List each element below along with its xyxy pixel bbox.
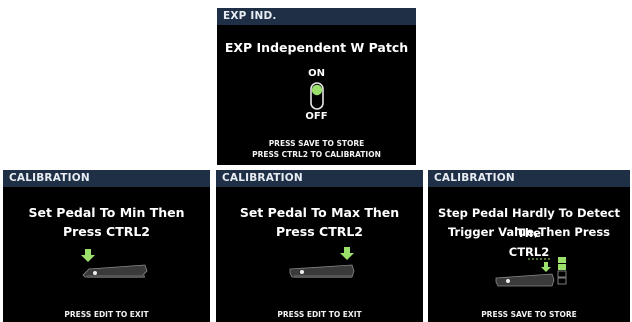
- footer-calibration: PRESS CTRL2 TO CALIBRATION: [252, 150, 381, 159]
- level-meter-icon: [557, 257, 567, 285]
- footer-hint: PRESS EDIT TO EXIT: [277, 310, 362, 319]
- toggle-off-label: OFF: [305, 111, 328, 122]
- calibration-trigger-screen: CALIBRATION Step Pedal Hardly To Detect …: [428, 170, 630, 322]
- screen-header: CALIBRATION: [428, 170, 630, 187]
- pedal-trigger-icon: [495, 257, 567, 287]
- toggle-switch[interactable]: [310, 82, 324, 110]
- instruction-line-2: Press CTRL2: [62, 224, 151, 239]
- down-arrow-icon: [340, 247, 354, 260]
- instruction-line-2: Press CTRL2: [275, 224, 364, 239]
- footer-save: PRESS SAVE TO STORE: [268, 139, 365, 148]
- instruction-line-1: Set Pedal To Min Then: [28, 205, 185, 220]
- down-arrow-icon: [541, 262, 551, 272]
- calibration-min-screen: CALIBRATION Set Pedal To Min Then Press …: [3, 170, 210, 322]
- screen-header: CALIBRATION: [216, 170, 423, 187]
- instruction-line-1: Set Pedal To Max Then: [239, 205, 400, 220]
- down-arrow-icon: [81, 249, 95, 262]
- screen-header: CALIBRATION: [3, 170, 210, 187]
- exp-ind-screen: EXP IND. EXP Independent W Patch ON OFF …: [217, 8, 416, 165]
- pedal-max-icon: [289, 247, 355, 278]
- screen-title: EXP Independent W Patch: [224, 40, 409, 55]
- screen-header: EXP IND.: [217, 8, 416, 25]
- toggle-on-label: ON: [308, 68, 325, 79]
- toggle-knob: [311, 84, 323, 96]
- calibration-max-screen: CALIBRATION Set Pedal To Max Then Press …: [216, 170, 423, 322]
- pedal-min-icon: [81, 249, 148, 278]
- footer-hint: PRESS SAVE TO STORE: [481, 310, 577, 319]
- footer-hint: PRESS EDIT TO EXIT: [64, 310, 149, 319]
